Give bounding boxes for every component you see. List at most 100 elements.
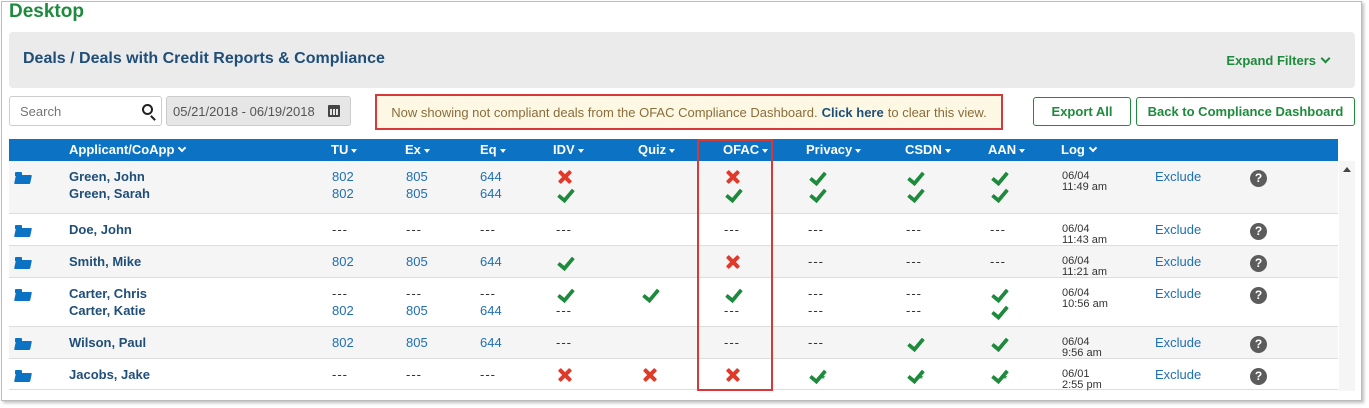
column-log[interactable]: Log xyxy=(1061,142,1098,157)
empty-value: --- xyxy=(990,254,1006,269)
search-input[interactable] xyxy=(10,97,135,125)
credit-score-link[interactable]: 805 xyxy=(406,334,428,351)
help-icon[interactable]: ? xyxy=(1250,368,1267,385)
log-time: 9:56 am xyxy=(1062,347,1102,359)
sort-caret-icon xyxy=(762,148,769,153)
search-icon[interactable] xyxy=(142,104,153,115)
chevron-down-icon xyxy=(178,143,187,153)
column-applicant[interactable]: Applicant/CoApp xyxy=(69,142,187,157)
applicant-name-link[interactable]: Doe, John xyxy=(69,221,132,238)
column-quiz[interactable]: Quiz xyxy=(638,142,676,157)
sort-caret-icon xyxy=(855,148,862,153)
help-icon[interactable]: ? xyxy=(1250,336,1267,353)
credit-score-link[interactable]: 802 xyxy=(332,185,354,202)
scroll-up-arrow-icon[interactable] xyxy=(1343,167,1351,172)
applicant-name-link[interactable]: Wilson, Paul xyxy=(69,334,146,351)
check-icon xyxy=(990,303,1008,320)
exclude-link[interactable]: Exclude xyxy=(1155,221,1201,238)
x-icon xyxy=(556,169,574,186)
check-icon xyxy=(906,186,924,203)
chevron-down-icon xyxy=(1088,143,1098,153)
x-icon xyxy=(556,367,574,384)
column-privacy[interactable]: Privacy xyxy=(806,142,862,157)
column-eq[interactable]: Eq xyxy=(480,142,506,157)
credit-score-link[interactable]: 644 xyxy=(480,168,502,185)
sort-caret-icon xyxy=(423,148,430,153)
applicant-name-link[interactable]: Carter, Chris xyxy=(69,285,147,302)
applicant-name-link[interactable]: Carter, Katie xyxy=(69,302,146,319)
export-all-button[interactable]: Export All xyxy=(1033,97,1131,126)
credit-score-link[interactable]: 644 xyxy=(480,302,502,319)
table-row: Green, John Green, Sarah 802 802 805 805 644 64… xyxy=(9,161,1338,214)
column-aan-label: AAN xyxy=(988,142,1017,157)
date-range-value: 05/21/2018 - 06/19/2018 xyxy=(173,104,315,119)
empty-value: --- xyxy=(808,254,824,269)
exclude-link[interactable]: Exclude xyxy=(1155,366,1201,383)
empty-value: --- xyxy=(480,286,496,301)
exclude-link[interactable]: Exclude xyxy=(1155,253,1201,270)
column-tu[interactable]: TU xyxy=(331,142,358,157)
log-time: 11:49 am xyxy=(1062,181,1108,193)
column-idv[interactable]: IDV xyxy=(553,142,584,157)
table-row: Doe, John --- --- --- --- --- --- --- --- 06/04 11… xyxy=(9,214,1338,246)
help-icon[interactable]: ? xyxy=(1250,287,1267,304)
folder-icon[interactable] xyxy=(15,225,31,237)
help-icon[interactable]: ? xyxy=(1250,223,1267,240)
applicant-name-link[interactable]: Smith, Mike xyxy=(69,253,141,270)
column-csdn[interactable]: CSDN xyxy=(905,142,951,157)
check-icon xyxy=(724,186,742,203)
help-icon[interactable]: ? xyxy=(1250,255,1267,272)
sort-caret-icon xyxy=(669,148,676,153)
credit-score-link[interactable]: 644 xyxy=(480,253,502,270)
search-box xyxy=(9,96,162,126)
check-icon: * xyxy=(906,367,924,385)
table-row: Smith, Mike 802 805 644 --- --- --- 06/04 11:21 … xyxy=(9,246,1338,278)
empty-value: --- xyxy=(332,367,348,382)
folder-icon[interactable] xyxy=(15,338,31,350)
empty-value: --- xyxy=(724,303,740,318)
credit-score-link[interactable]: 644 xyxy=(480,185,502,202)
credit-score-link[interactable]: 805 xyxy=(406,185,428,202)
empty-value: --- xyxy=(906,254,922,269)
check-icon xyxy=(990,186,1008,203)
sort-caret-icon xyxy=(944,148,951,153)
empty-value: --- xyxy=(990,222,1006,237)
credit-score-link[interactable]: 802 xyxy=(332,334,354,351)
credit-score-link[interactable]: 805 xyxy=(406,168,428,185)
calendar-icon[interactable] xyxy=(328,105,340,117)
folder-icon[interactable] xyxy=(15,289,31,301)
column-privacy-label: Privacy xyxy=(806,142,853,157)
clear-view-link[interactable]: Click here xyxy=(822,105,884,120)
folder-icon[interactable] xyxy=(15,172,31,184)
column-aan[interactable]: AAN xyxy=(988,142,1026,157)
applicant-name-link[interactable]: Jacobs, Jake xyxy=(69,366,150,383)
back-to-dashboard-button[interactable]: Back to Compliance Dashboard xyxy=(1136,97,1355,126)
credit-score-link[interactable]: 802 xyxy=(332,253,354,270)
credit-score-link[interactable]: 805 xyxy=(406,253,428,270)
column-idv-label: IDV xyxy=(553,142,575,157)
exclude-link[interactable]: Exclude xyxy=(1155,285,1201,302)
check-icon xyxy=(990,335,1008,352)
log-time: 11:21 am xyxy=(1062,266,1108,278)
applicant-name-link[interactable]: Green, Sarah xyxy=(69,185,150,202)
applicant-name-link[interactable]: Green, John xyxy=(69,168,145,185)
credit-score-link[interactable]: 802 xyxy=(332,168,354,185)
exclude-link[interactable]: Exclude xyxy=(1155,334,1201,351)
date-range-picker[interactable]: 05/21/2018 - 06/19/2018 xyxy=(166,96,351,126)
column-ofac[interactable]: OFAC xyxy=(723,142,769,157)
help-icon[interactable]: ? xyxy=(1250,170,1267,187)
expand-filters-button[interactable]: Expand Filters xyxy=(1226,53,1331,68)
credit-score-link[interactable]: 644 xyxy=(480,334,502,351)
check-icon xyxy=(724,286,742,303)
credit-score-link[interactable]: 802 xyxy=(332,302,354,319)
filter-notice: Now showing not compliant deals from the… xyxy=(375,94,1003,130)
folder-icon[interactable] xyxy=(15,370,31,382)
column-ex[interactable]: Ex xyxy=(405,142,430,157)
credit-score-link[interactable]: 805 xyxy=(406,302,428,319)
check-icon: * xyxy=(990,367,1008,385)
asterisk-icon: * xyxy=(821,374,825,385)
folder-icon[interactable] xyxy=(15,257,31,269)
vertical-scrollbar[interactable] xyxy=(1339,161,1355,391)
exclude-link[interactable]: Exclude xyxy=(1155,168,1201,185)
page-header: Deals / Deals with Credit Reports & Comp… xyxy=(9,32,1355,88)
